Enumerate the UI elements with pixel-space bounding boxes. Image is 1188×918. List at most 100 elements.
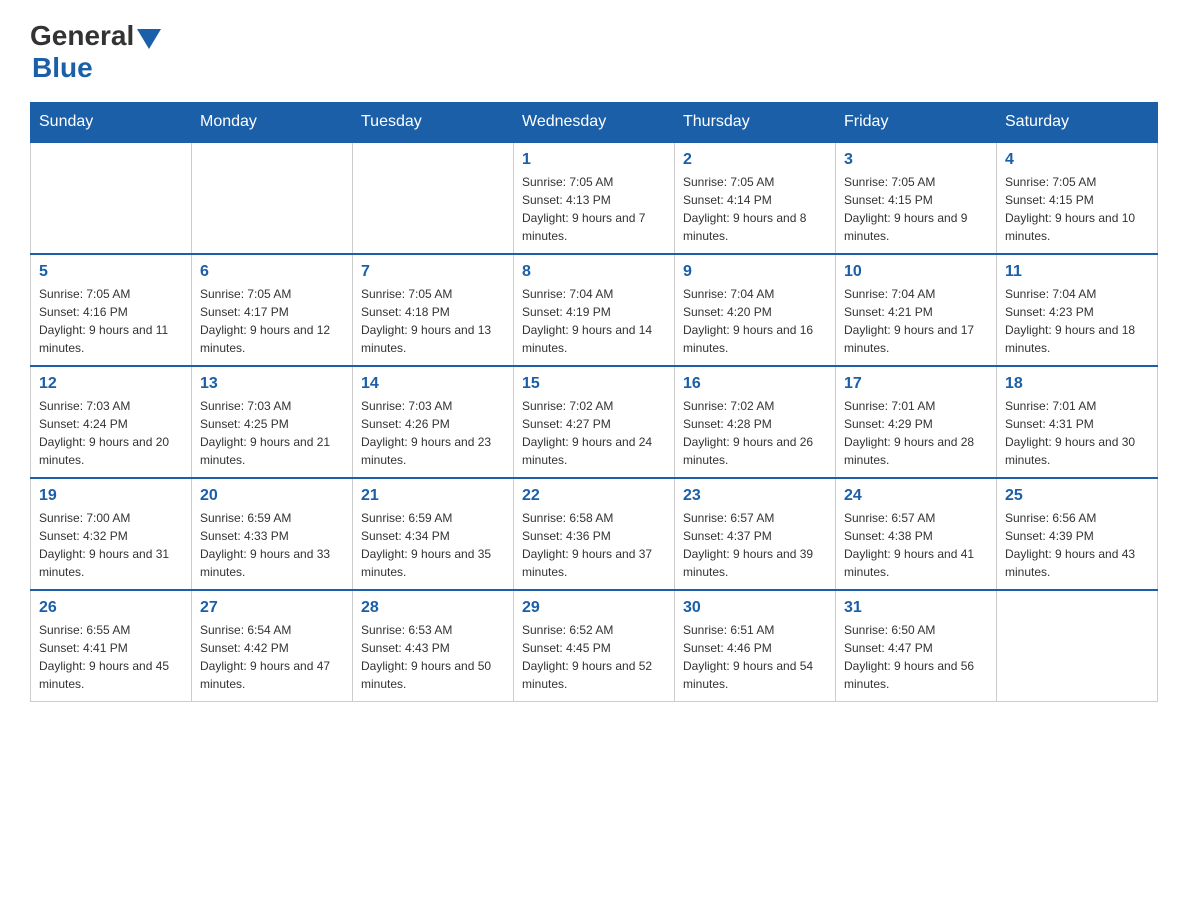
day-number: 26 bbox=[39, 599, 183, 617]
day-info: Sunrise: 6:57 AM Sunset: 4:38 PM Dayligh… bbox=[844, 509, 988, 581]
day-info: Sunrise: 7:01 AM Sunset: 4:31 PM Dayligh… bbox=[1005, 397, 1149, 469]
day-info: Sunrise: 7:03 AM Sunset: 4:25 PM Dayligh… bbox=[200, 397, 344, 469]
column-header-monday: Monday bbox=[192, 103, 353, 143]
day-info: Sunrise: 7:05 AM Sunset: 4:15 PM Dayligh… bbox=[844, 173, 988, 245]
day-info: Sunrise: 7:05 AM Sunset: 4:13 PM Dayligh… bbox=[522, 173, 666, 245]
day-number: 29 bbox=[522, 599, 666, 617]
logo-general-text: General bbox=[30, 20, 134, 52]
day-info: Sunrise: 7:05 AM Sunset: 4:18 PM Dayligh… bbox=[361, 285, 505, 357]
calendar-cell: 8 Sunrise: 7:04 AM Sunset: 4:19 PM Daylig… bbox=[514, 254, 675, 366]
calendar-cell: 22Sunrise: 6:58 AM Sunset: 4:36 PM Dayli… bbox=[514, 478, 675, 590]
day-number: 3 bbox=[844, 151, 988, 169]
day-info: Sunrise: 7:04 AM Sunset: 4:20 PM Dayligh… bbox=[683, 285, 827, 357]
day-number: 12 bbox=[39, 375, 183, 393]
day-info: Sunrise: 6:51 AM Sunset: 4:46 PM Dayligh… bbox=[683, 621, 827, 693]
calendar-cell: 23Sunrise: 6:57 AM Sunset: 4:37 PM Dayli… bbox=[675, 478, 836, 590]
day-number: 17 bbox=[844, 375, 988, 393]
day-info: Sunrise: 7:05 AM Sunset: 4:15 PM Dayligh… bbox=[1005, 173, 1149, 245]
day-number: 14 bbox=[361, 375, 505, 393]
calendar-week-row: 5Sunrise: 7:05 AM Sunset: 4:16 PM Daylig… bbox=[31, 254, 1158, 366]
calendar-cell bbox=[192, 142, 353, 254]
day-info: Sunrise: 6:56 AM Sunset: 4:39 PM Dayligh… bbox=[1005, 509, 1149, 581]
column-header-tuesday: Tuesday bbox=[353, 103, 514, 143]
calendar-cell bbox=[31, 142, 192, 254]
calendar-cell: 24 Sunrise: 6:57 AM Sunset: 4:38 PM Dayli… bbox=[836, 478, 997, 590]
calendar-cell: 11 Sunrise: 7:04 AM Sunset: 4:23 PM Dayli… bbox=[997, 254, 1158, 366]
day-number: 22 bbox=[522, 487, 666, 505]
day-number: 6 bbox=[200, 263, 344, 281]
day-number: 23 bbox=[683, 487, 827, 505]
day-number: 7 bbox=[361, 263, 505, 281]
day-number: 20 bbox=[200, 487, 344, 505]
calendar-cell bbox=[353, 142, 514, 254]
calendar-cell: 25 Sunrise: 6:56 AM Sunset: 4:39 PM Dayli… bbox=[997, 478, 1158, 590]
day-info: Sunrise: 6:54 AM Sunset: 4:42 PM Dayligh… bbox=[200, 621, 344, 693]
calendar-cell: 5Sunrise: 7:05 AM Sunset: 4:16 PM Daylig… bbox=[31, 254, 192, 366]
day-info: Sunrise: 7:02 AM Sunset: 4:28 PM Dayligh… bbox=[683, 397, 827, 469]
day-number: 30 bbox=[683, 599, 827, 617]
day-number: 2 bbox=[683, 151, 827, 169]
day-info: Sunrise: 7:05 AM Sunset: 4:14 PM Dayligh… bbox=[683, 173, 827, 245]
day-number: 31 bbox=[844, 599, 988, 617]
column-header-thursday: Thursday bbox=[675, 103, 836, 143]
calendar-cell: 31 Sunrise: 6:50 AM Sunset: 4:47 PM Dayli… bbox=[836, 590, 997, 702]
calendar-cell: 7 Sunrise: 7:05 AM Sunset: 4:18 PM Daylig… bbox=[353, 254, 514, 366]
day-number: 11 bbox=[1005, 263, 1149, 281]
day-info: Sunrise: 7:04 AM Sunset: 4:21 PM Dayligh… bbox=[844, 285, 988, 357]
day-number: 18 bbox=[1005, 375, 1149, 393]
day-number: 27 bbox=[200, 599, 344, 617]
calendar-cell: 19 Sunrise: 7:00 AM Sunset: 4:32 PM Dayli… bbox=[31, 478, 192, 590]
calendar-week-row: 19 Sunrise: 7:00 AM Sunset: 4:32 PM Dayli… bbox=[31, 478, 1158, 590]
day-number: 16 bbox=[683, 375, 827, 393]
calendar-cell: 30 Sunrise: 6:51 AM Sunset: 4:46 PM Dayli… bbox=[675, 590, 836, 702]
calendar-cell: 18 Sunrise: 7:01 AM Sunset: 4:31 PM Dayli… bbox=[997, 366, 1158, 478]
calendar-cell: 26Sunrise: 6:55 AM Sunset: 4:41 PM Dayli… bbox=[31, 590, 192, 702]
day-info: Sunrise: 7:04 AM Sunset: 4:19 PM Dayligh… bbox=[522, 285, 666, 357]
calendar-cell: 10 Sunrise: 7:04 AM Sunset: 4:21 PM Dayli… bbox=[836, 254, 997, 366]
calendar-cell: 17 Sunrise: 7:01 AM Sunset: 4:29 PM Dayli… bbox=[836, 366, 997, 478]
page-header: General Blue bbox=[30, 20, 1158, 84]
calendar-cell: 16 Sunrise: 7:02 AM Sunset: 4:28 PM Dayli… bbox=[675, 366, 836, 478]
day-info: Sunrise: 7:04 AM Sunset: 4:23 PM Dayligh… bbox=[1005, 285, 1149, 357]
calendar-table: SundayMondayTuesdayWednesdayThursdayFrid… bbox=[30, 102, 1158, 702]
calendar-cell: 15Sunrise: 7:02 AM Sunset: 4:27 PM Dayli… bbox=[514, 366, 675, 478]
calendar-cell: 1 Sunrise: 7:05 AM Sunset: 4:13 PM Daylig… bbox=[514, 142, 675, 254]
calendar-cell: 29Sunrise: 6:52 AM Sunset: 4:45 PM Dayli… bbox=[514, 590, 675, 702]
column-header-saturday: Saturday bbox=[997, 103, 1158, 143]
day-info: Sunrise: 6:53 AM Sunset: 4:43 PM Dayligh… bbox=[361, 621, 505, 693]
calendar-cell bbox=[997, 590, 1158, 702]
day-number: 8 bbox=[522, 263, 666, 281]
day-number: 21 bbox=[361, 487, 505, 505]
calendar-cell: 2 Sunrise: 7:05 AM Sunset: 4:14 PM Daylig… bbox=[675, 142, 836, 254]
day-number: 1 bbox=[522, 151, 666, 169]
day-number: 13 bbox=[200, 375, 344, 393]
logo: General Blue bbox=[30, 20, 161, 84]
day-info: Sunrise: 7:05 AM Sunset: 4:16 PM Dayligh… bbox=[39, 285, 183, 357]
day-info: Sunrise: 7:02 AM Sunset: 4:27 PM Dayligh… bbox=[522, 397, 666, 469]
day-info: Sunrise: 7:01 AM Sunset: 4:29 PM Dayligh… bbox=[844, 397, 988, 469]
logo-blue-text: Blue bbox=[32, 52, 93, 84]
day-number: 25 bbox=[1005, 487, 1149, 505]
day-info: Sunrise: 6:59 AM Sunset: 4:33 PM Dayligh… bbox=[200, 509, 344, 581]
column-header-wednesday: Wednesday bbox=[514, 103, 675, 143]
logo-triangle-icon bbox=[137, 29, 161, 49]
calendar-cell: 6Sunrise: 7:05 AM Sunset: 4:17 PM Daylig… bbox=[192, 254, 353, 366]
day-info: Sunrise: 7:03 AM Sunset: 4:24 PM Dayligh… bbox=[39, 397, 183, 469]
day-number: 24 bbox=[844, 487, 988, 505]
day-info: Sunrise: 6:59 AM Sunset: 4:34 PM Dayligh… bbox=[361, 509, 505, 581]
calendar-week-row: 12 Sunrise: 7:03 AM Sunset: 4:24 PM Dayli… bbox=[31, 366, 1158, 478]
day-number: 4 bbox=[1005, 151, 1149, 169]
calendar-cell: 14Sunrise: 7:03 AM Sunset: 4:26 PM Dayli… bbox=[353, 366, 514, 478]
calendar-cell: 21 Sunrise: 6:59 AM Sunset: 4:34 PM Dayli… bbox=[353, 478, 514, 590]
calendar-week-row: 26Sunrise: 6:55 AM Sunset: 4:41 PM Dayli… bbox=[31, 590, 1158, 702]
calendar-cell: 9Sunrise: 7:04 AM Sunset: 4:20 PM Daylig… bbox=[675, 254, 836, 366]
calendar-cell: 13 Sunrise: 7:03 AM Sunset: 4:25 PM Dayli… bbox=[192, 366, 353, 478]
calendar-cell: 20 Sunrise: 6:59 AM Sunset: 4:33 PM Dayli… bbox=[192, 478, 353, 590]
column-header-sunday: Sunday bbox=[31, 103, 192, 143]
day-number: 10 bbox=[844, 263, 988, 281]
calendar-header-row: SundayMondayTuesdayWednesdayThursdayFrid… bbox=[31, 103, 1158, 143]
calendar-cell: 3 Sunrise: 7:05 AM Sunset: 4:15 PM Daylig… bbox=[836, 142, 997, 254]
day-info: Sunrise: 6:50 AM Sunset: 4:47 PM Dayligh… bbox=[844, 621, 988, 693]
day-number: 19 bbox=[39, 487, 183, 505]
day-info: Sunrise: 7:00 AM Sunset: 4:32 PM Dayligh… bbox=[39, 509, 183, 581]
